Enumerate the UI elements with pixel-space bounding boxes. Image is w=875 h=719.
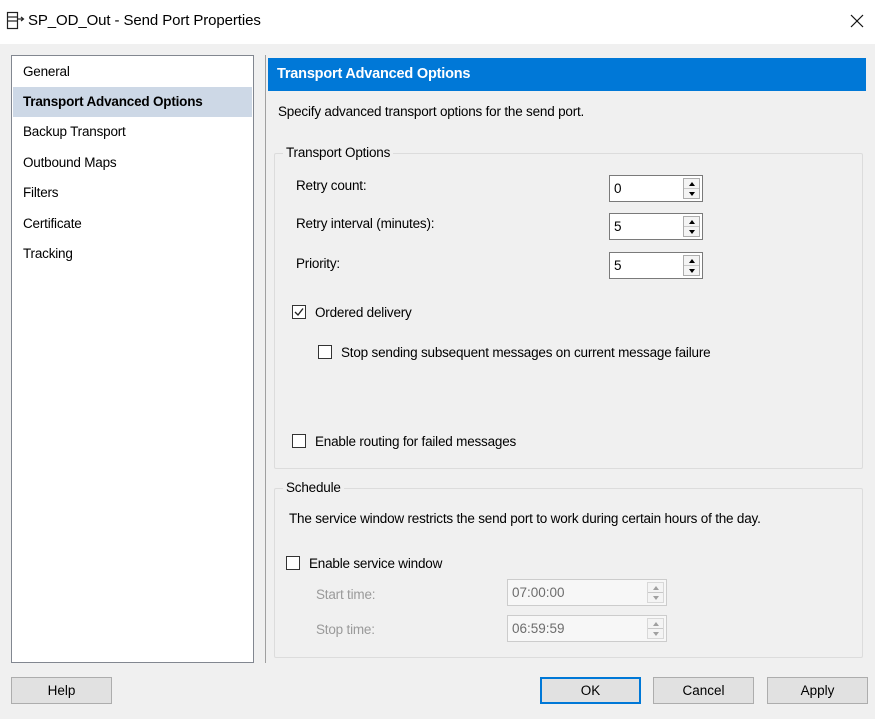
- close-icon[interactable]: [846, 10, 868, 32]
- checkmark-icon[interactable]: [292, 305, 306, 319]
- apply-button[interactable]: Apply: [767, 677, 868, 704]
- ordered-delivery-checkbox[interactable]: Ordered delivery: [292, 303, 412, 321]
- help-button[interactable]: Help: [11, 677, 112, 704]
- nav-item-tracking[interactable]: Tracking: [13, 239, 252, 269]
- spin-down-icon[interactable]: [684, 266, 699, 276]
- stop-time-value[interactable]: 06:59:59: [512, 621, 565, 636]
- priority-value[interactable]: 5: [614, 258, 622, 273]
- spin-down-icon[interactable]: [684, 227, 699, 237]
- spin-down-icon[interactable]: [648, 593, 663, 603]
- spin-down-icon[interactable]: [684, 189, 699, 199]
- spin-up-icon[interactable]: [684, 179, 699, 189]
- nav-item-transport-advanced-options[interactable]: Transport Advanced Options: [13, 87, 252, 117]
- nav-item-certificate[interactable]: Certificate: [13, 209, 252, 239]
- start-time-value[interactable]: 07:00:00: [512, 585, 565, 600]
- retry-count-stepper[interactable]: 0: [609, 175, 703, 202]
- spin-up-icon[interactable]: [648, 619, 663, 629]
- nav-item-filters[interactable]: Filters: [13, 178, 252, 208]
- priority-spin-buttons: [683, 255, 700, 276]
- stop-sending-label[interactable]: Stop sending subsequent messages on curr…: [341, 345, 711, 360]
- start-time-spin-buttons: [647, 582, 664, 603]
- checkbox-icon[interactable]: [286, 556, 300, 570]
- spin-up-icon[interactable]: [648, 583, 663, 593]
- retry-interval-spin-buttons: [683, 216, 700, 237]
- title-bar: SP_OD_Out - Send Port Properties: [0, 0, 875, 44]
- priority-label: Priority:: [296, 256, 340, 271]
- window-title: SP_OD_Out - Send Port Properties: [28, 12, 261, 29]
- nav-item-general[interactable]: General: [13, 57, 252, 87]
- stop-time-label: Stop time:: [316, 622, 375, 637]
- nav-item-outbound-maps[interactable]: Outbound Maps: [13, 148, 252, 178]
- spin-up-icon[interactable]: [684, 256, 699, 266]
- retry-count-spin-buttons: [683, 178, 700, 199]
- enable-routing-checkbox[interactable]: Enable routing for failed messages: [292, 432, 516, 450]
- panel-description: Specify advanced transport options for t…: [278, 104, 585, 119]
- retry-count-value[interactable]: 0: [614, 181, 622, 196]
- priority-stepper[interactable]: 5: [609, 252, 703, 279]
- enable-routing-label[interactable]: Enable routing for failed messages: [315, 434, 516, 449]
- start-time-picker[interactable]: 07:00:00: [507, 579, 667, 606]
- retry-interval-stepper[interactable]: 5: [609, 213, 703, 240]
- spin-up-icon[interactable]: [684, 217, 699, 227]
- enable-service-window-label[interactable]: Enable service window: [309, 556, 442, 571]
- retry-interval-label: Retry interval (minutes):: [296, 216, 435, 231]
- retry-count-label: Retry count:: [296, 178, 367, 193]
- nav-item-backup-transport[interactable]: Backup Transport: [13, 117, 252, 147]
- stop-time-spin-buttons: [647, 618, 664, 639]
- transport-options-title: Transport Options: [283, 145, 394, 160]
- checkbox-icon[interactable]: [318, 345, 332, 359]
- enable-service-window-checkbox[interactable]: Enable service window: [286, 554, 442, 572]
- start-time-label: Start time:: [316, 587, 376, 602]
- spin-down-icon[interactable]: [648, 629, 663, 639]
- send-port-icon: [6, 11, 26, 31]
- retry-interval-value[interactable]: 5: [614, 219, 622, 234]
- ordered-delivery-label[interactable]: Ordered delivery: [315, 305, 412, 320]
- stop-time-picker[interactable]: 06:59:59: [507, 615, 667, 642]
- schedule-title: Schedule: [283, 480, 344, 495]
- cancel-button[interactable]: Cancel: [653, 677, 754, 704]
- panel-header: Transport Advanced Options: [268, 58, 866, 91]
- checkbox-icon[interactable]: [292, 434, 306, 448]
- property-page-list: General Transport Advanced Options Backu…: [11, 55, 254, 663]
- schedule-description: The service window restricts the send po…: [289, 511, 761, 526]
- stop-sending-checkbox[interactable]: Stop sending subsequent messages on curr…: [318, 343, 711, 361]
- ok-button[interactable]: OK: [540, 677, 641, 704]
